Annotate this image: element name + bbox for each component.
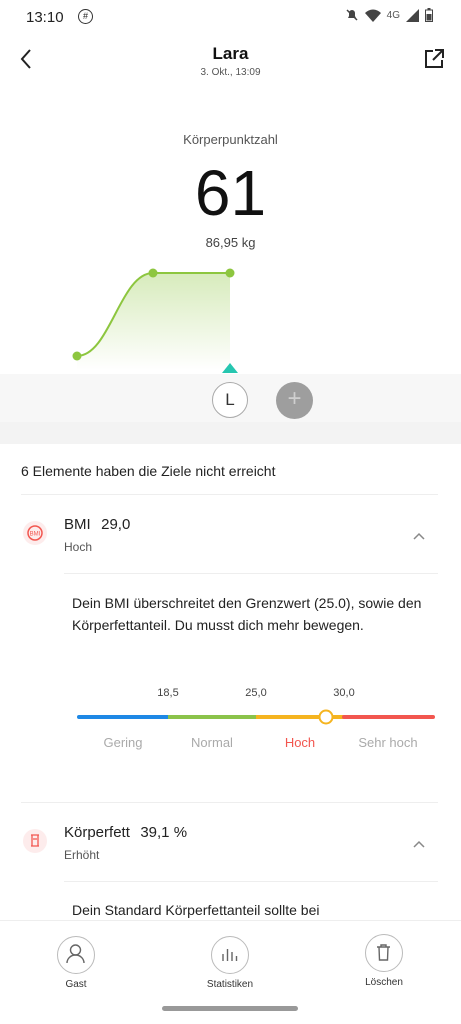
body-fat-icon [23,829,47,853]
chevron-up-icon [413,840,425,848]
body-fat-description: Dein Standard Körperfettanteil sollte be… [72,902,320,918]
trend-point [148,268,158,278]
home-indicator[interactable] [162,1006,298,1011]
share-button[interactable] [421,46,447,72]
bmi-category-low: Gering [103,735,143,750]
collapse-body-fat-button[interactable] [412,837,426,848]
person-icon [66,944,85,964]
trend-point [72,351,82,361]
measurement-timestamp: 3. Okt., 13:09 [200,67,261,78]
divider [21,802,438,803]
body-fat-value: 39,1 % [140,824,188,841]
bmi-threshold: 30,0 [333,687,355,699]
body-fat-name: Körperfett [64,824,130,841]
bmi-threshold: 25,0 [245,687,267,699]
signal-icon [406,8,419,22]
page-title: Lara [212,44,249,63]
guest-label: Gast [65,979,87,990]
statistics-button[interactable] [211,936,249,974]
score-label: Körperpunktzahl [183,132,278,147]
add-user-button[interactable]: + [276,382,313,419]
bmi-status: Hoch [64,540,93,554]
user-avatar-current[interactable]: L [212,382,248,418]
score-trend-chart [72,268,238,373]
battery-icon [425,8,433,22]
network-label: 4G [386,9,400,21]
status-time: 13:10 [26,9,64,26]
share-icon [425,49,444,68]
body-fat-status: Erhöht [64,848,100,862]
mute-bell-icon [346,9,358,21]
statistics-label: Statistiken [206,979,254,990]
score-value: 61 [194,157,267,229]
body-fat-header[interactable]: Körperfett 39,1 % [64,824,187,842]
bmi-value: 29,0 [101,516,131,533]
bmi-name: BMI [64,516,91,533]
trash-icon [377,944,390,961]
trend-point [225,268,235,278]
bmi-scale-bar [77,709,435,725]
bmi-header[interactable]: BMI 29,0 [64,516,130,534]
divider [21,494,438,495]
bmi-category-very-high: Sehr hoch [358,735,418,750]
weight-value: 86,95 kg [205,235,256,250]
trend-area [77,273,230,370]
delete-label: Löschen [365,977,403,988]
divider [64,881,438,882]
section-separator [0,422,461,444]
svg-text:BMI: BMI [30,532,41,538]
delete-button[interactable] [365,934,403,972]
collapse-bmi-button[interactable] [412,529,426,540]
bmi-marker [318,709,334,725]
bmi-icon: BMI [23,521,47,545]
bmi-description: Dein BMI überschreitet den Grenzwert (25… [72,595,422,633]
goals-heading: 6 Elemente haben die Ziele nicht erreich… [21,463,276,479]
divider [64,573,438,574]
bar-chart-icon [222,949,238,961]
bmi-category-normal: Normal [191,735,233,750]
bmi-threshold: 18,5 [157,687,179,699]
bmi-category-high: Hoch [284,735,316,750]
guest-button[interactable] [57,936,95,974]
wifi-icon [364,9,381,22]
status-notification-icon: # [78,9,93,24]
chevron-up-icon [413,532,425,540]
status-icons: 4G [345,8,433,22]
